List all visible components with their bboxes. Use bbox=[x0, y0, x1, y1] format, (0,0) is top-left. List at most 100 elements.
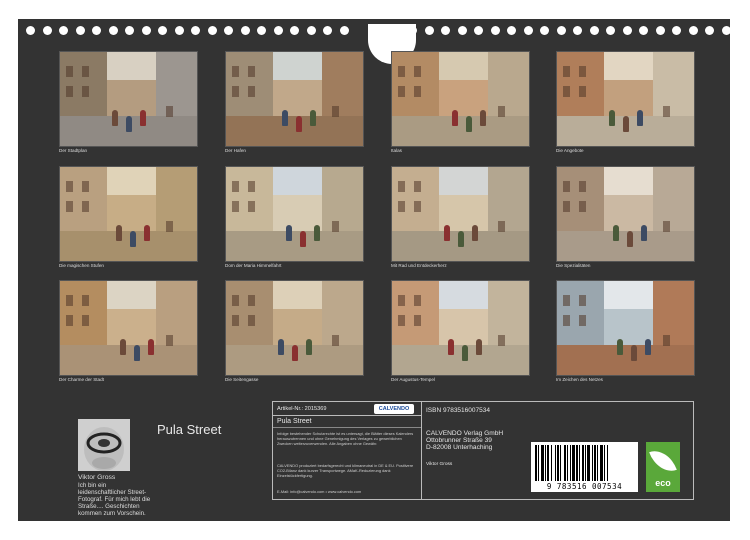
binding-hole bbox=[688, 26, 698, 35]
photo-caption: Der Hafen bbox=[225, 148, 246, 153]
author-name: Viktor Gross bbox=[78, 474, 116, 481]
calendar-photo bbox=[59, 166, 198, 262]
binding-hole bbox=[408, 26, 417, 35]
author-small: Viktor Gross bbox=[426, 462, 453, 467]
publisher-name: CALVENDO Verlag GmbH bbox=[426, 430, 504, 437]
publisher-city: D-82008 Unterhaching bbox=[426, 444, 493, 451]
divider bbox=[421, 402, 422, 499]
calendar-photo bbox=[225, 166, 364, 262]
isbn: ISBN 9783516007534 bbox=[426, 407, 490, 414]
binding-hole bbox=[290, 26, 299, 35]
binding-hole bbox=[174, 26, 184, 35]
binding-hole bbox=[141, 26, 151, 35]
barcode-bar bbox=[579, 445, 580, 481]
calendar-title: Pula Street bbox=[157, 422, 222, 437]
photo-caption: Die Seitengasse bbox=[225, 377, 259, 382]
barcode-bar bbox=[545, 445, 546, 481]
binding-hole bbox=[75, 26, 85, 35]
binding-hole bbox=[339, 26, 349, 35]
barcode-digits: 9 783516 007534 bbox=[546, 482, 623, 491]
binding-hole bbox=[158, 26, 167, 35]
photo-caption: Der Augustus-Tempel bbox=[391, 377, 435, 382]
binding-hole bbox=[589, 26, 599, 35]
publisher-info-box: Artikel-Nr.: 2015369 CALVENDO Pula Stree… bbox=[272, 401, 694, 500]
barcode-bar bbox=[567, 445, 568, 481]
barcode-bar bbox=[541, 445, 544, 481]
calendar-photo bbox=[225, 280, 364, 376]
binding-hole bbox=[441, 26, 450, 35]
photo-caption: Italas bbox=[391, 148, 402, 153]
binding-hole bbox=[240, 26, 250, 35]
barcode-bar bbox=[560, 445, 561, 481]
binding-hole bbox=[224, 26, 233, 35]
barcode: 9 783516 007534 bbox=[531, 442, 638, 492]
photo-caption: Dom der Maria Himmelfahrt bbox=[225, 263, 282, 268]
barcode-bar bbox=[557, 445, 559, 481]
calendar-back-page: Der Stadtplan Der Hafen Italas Die Angebote… bbox=[18, 19, 731, 521]
info-title: Pula Street bbox=[277, 418, 312, 425]
binding-hole bbox=[655, 26, 665, 35]
binding-hole bbox=[507, 26, 516, 35]
leaf-icon bbox=[649, 445, 677, 477]
photo-caption: Die magischen Stufen bbox=[59, 263, 104, 268]
barcode-bar bbox=[582, 445, 584, 481]
binding-hole bbox=[622, 26, 632, 35]
barcode-bar bbox=[547, 445, 549, 481]
legal-text-2: CALVENDO produziert bedarfsgerecht und k… bbox=[277, 463, 414, 478]
binding-hole bbox=[125, 26, 134, 35]
binding-hole bbox=[573, 26, 582, 35]
binding-hole bbox=[556, 26, 566, 35]
calendar-photo bbox=[556, 51, 695, 147]
binding-hole bbox=[705, 26, 714, 35]
binding-hole bbox=[523, 26, 533, 35]
barcode-bar bbox=[600, 445, 603, 481]
legal-text-1: Infolge bestehender Schutzrechte ist es … bbox=[277, 431, 414, 446]
binding-hole bbox=[672, 26, 681, 35]
binding-hole bbox=[540, 26, 549, 35]
binding-hole bbox=[490, 26, 500, 35]
binding-hole bbox=[207, 26, 217, 35]
barcode-bar bbox=[594, 445, 596, 481]
calendar-photo bbox=[391, 51, 530, 147]
binding-hole bbox=[273, 26, 283, 35]
calendar-photo bbox=[225, 51, 364, 147]
calendar-photo bbox=[391, 280, 530, 376]
photo-caption: Die Spezialitäten bbox=[556, 263, 591, 268]
photo-caption: Die Angebote bbox=[556, 148, 584, 153]
eco-badge: eco bbox=[646, 442, 680, 492]
binding-hole bbox=[257, 26, 266, 35]
barcode-bar bbox=[597, 445, 598, 481]
binding-hole bbox=[108, 26, 118, 35]
binding-hole bbox=[721, 26, 731, 35]
barcode-bar bbox=[576, 445, 578, 481]
calendar-photo bbox=[391, 166, 530, 262]
publisher-street: Ottobrunner Straße 39 bbox=[426, 437, 492, 444]
barcode-bar bbox=[587, 445, 590, 481]
calvendo-logo: CALVENDO bbox=[374, 404, 414, 414]
binding-hole bbox=[59, 26, 68, 35]
barcode-bar bbox=[570, 445, 571, 481]
barcode-bar bbox=[585, 445, 586, 481]
article-number: Artikel-Nr.: 2015369 bbox=[277, 406, 327, 412]
binding-hole bbox=[191, 26, 200, 35]
barcode-bar bbox=[592, 445, 593, 481]
photo-caption: Mit Rad und Entdeckerherz bbox=[391, 263, 447, 268]
barcode-bar bbox=[604, 445, 605, 481]
divider bbox=[273, 415, 421, 416]
binding-hole bbox=[26, 26, 35, 35]
calendar-photo bbox=[59, 280, 198, 376]
binding-hole bbox=[42, 26, 52, 35]
binding-hole bbox=[639, 26, 648, 35]
barcode-bar bbox=[551, 445, 552, 481]
binding-hole bbox=[457, 26, 467, 35]
photo-caption: Im Zeichen des Netzes bbox=[556, 377, 603, 382]
barcode-bar bbox=[535, 445, 537, 481]
author-bio: Ich bin ein leidenschaftlicher Street-Fo… bbox=[78, 482, 151, 517]
divider bbox=[273, 427, 421, 428]
binding-hole bbox=[92, 26, 101, 35]
barcode-bar bbox=[607, 445, 608, 481]
binding-hole bbox=[323, 26, 332, 35]
barcode-bar bbox=[564, 445, 566, 481]
calendar-photo bbox=[556, 280, 695, 376]
contact-line: E-Mail: info@calvendo.com • www.calvendo… bbox=[277, 489, 362, 494]
